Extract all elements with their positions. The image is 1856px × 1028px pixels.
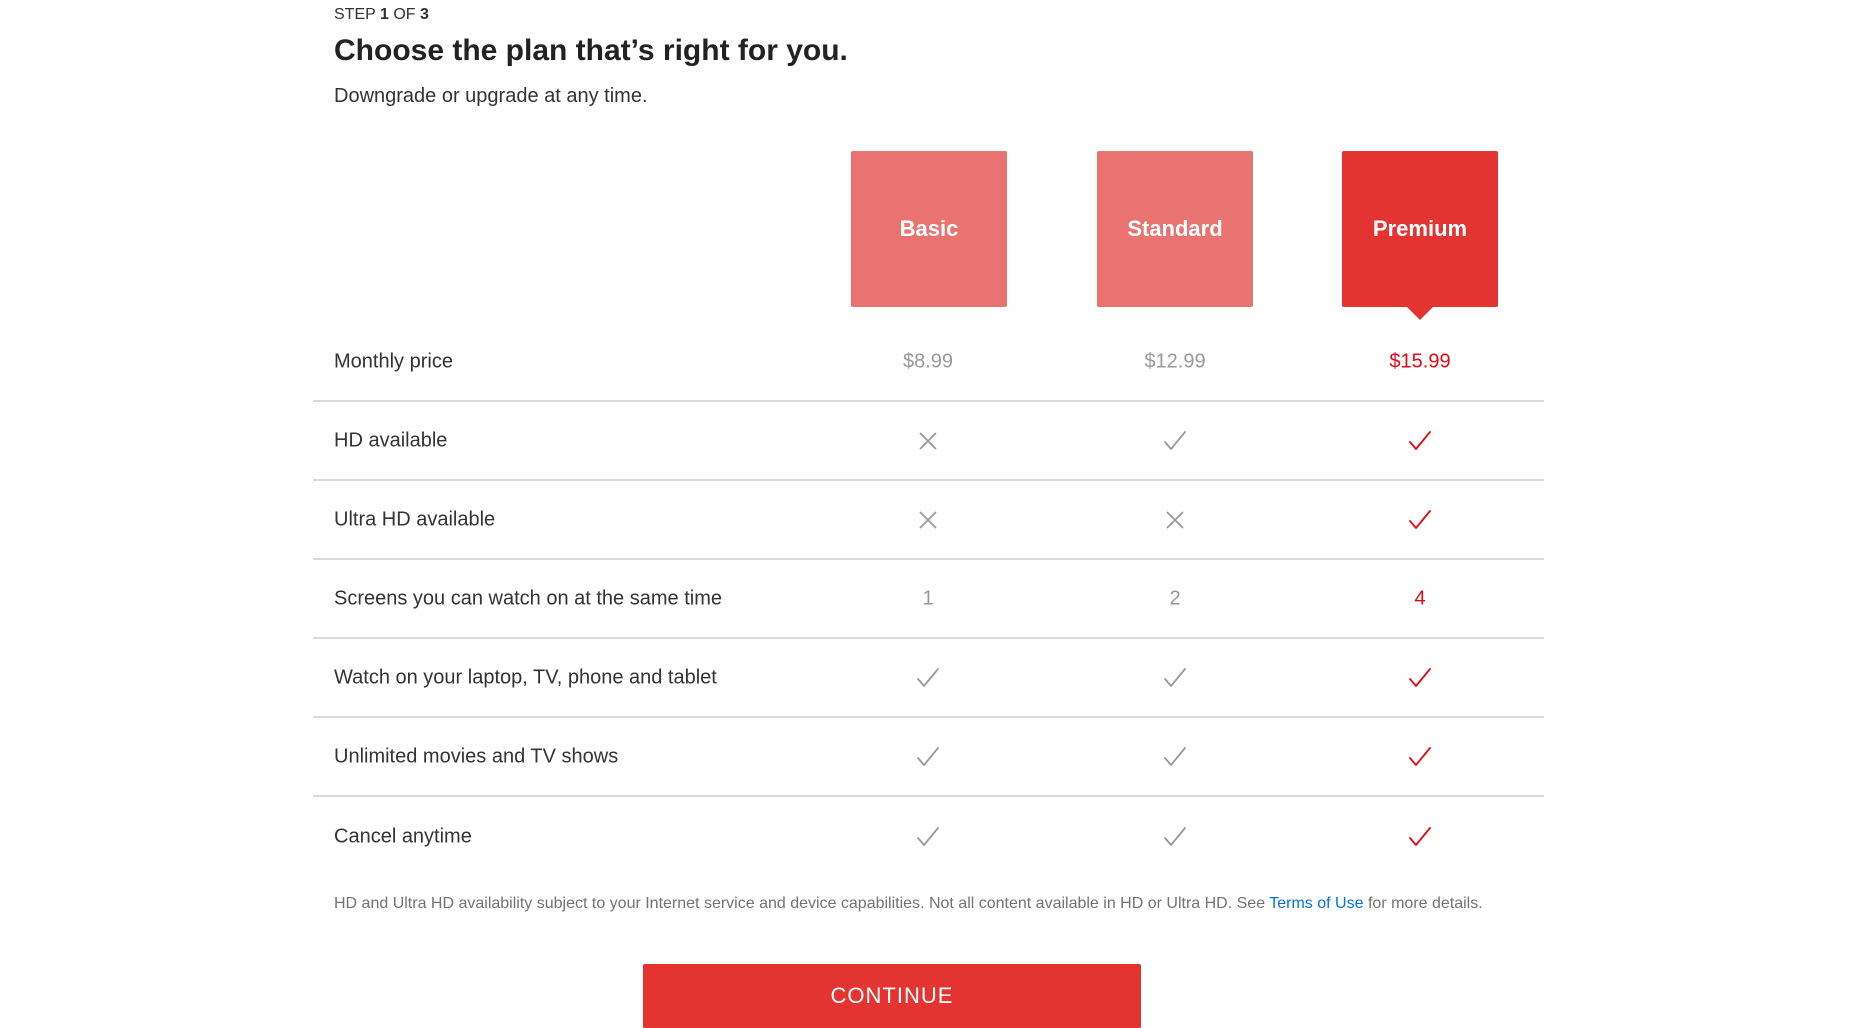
feature-label: Screens you can watch on at the same tim… (334, 587, 722, 609)
check-icon (1162, 428, 1188, 454)
check-icon (1162, 744, 1188, 770)
feature-value: $15.99 (1389, 350, 1451, 372)
x-icon (1162, 507, 1188, 533)
continue-button[interactable]: CONTINUE (643, 964, 1141, 1028)
feature-label: HD available (334, 429, 448, 451)
check-icon (1407, 665, 1433, 691)
check-icon (1407, 744, 1433, 770)
feature-label: Unlimited movies and TV shows (334, 745, 619, 767)
plan-comparison-table: Monthly price $8.99 $12.99 $15.99 HD availab… (313, 323, 1544, 876)
check-icon (915, 824, 941, 850)
table-row: HD available (313, 402, 1544, 481)
plan-name: Basic (899, 216, 959, 241)
plan-name: Premium (1372, 216, 1468, 241)
table-row: Ultra HD available (313, 481, 1544, 560)
check-icon (1407, 507, 1433, 533)
plan-basic[interactable]: Basic (851, 151, 1007, 307)
feature-value: 1 (922, 587, 934, 609)
page-subtitle: Downgrade or upgrade at any time. (334, 85, 648, 107)
x-icon (915, 507, 941, 533)
x-icon (915, 428, 941, 454)
check-icon (1407, 428, 1433, 454)
footnote: HD and Ultra HD availability subject to … (334, 893, 1524, 914)
feature-label: Cancel anytime (334, 825, 472, 847)
check-icon (1162, 824, 1188, 850)
terms-of-use-link[interactable]: Terms of Use (1269, 895, 1363, 912)
table-row: Cancel anytime (313, 797, 1544, 876)
table-row: Watch on your laptop, TV, phone and tabl… (313, 639, 1544, 718)
plan-standard[interactable]: Standard (1097, 151, 1253, 307)
footnote-text: HD and Ultra HD availability subject to … (334, 895, 1270, 912)
step-prefix: STEP (334, 6, 376, 23)
plan-name: Standard (1127, 216, 1223, 241)
footnote-text-end: for more details. (1363, 895, 1483, 912)
check-icon (915, 744, 941, 770)
page-title: Choose the plan that’s right for you. (334, 34, 848, 67)
feature-label: Watch on your laptop, TV, phone and tabl… (334, 666, 717, 688)
feature-value: $12.99 (1144, 350, 1206, 372)
feature-value: $8.99 (902, 350, 954, 372)
check-icon (1407, 824, 1433, 850)
plan-premium[interactable]: Premium (1342, 151, 1498, 307)
feature-label: Ultra HD available (334, 508, 496, 530)
step-indicator: STEP 1 OF 3 (334, 6, 429, 24)
feature-value: 2 (1169, 587, 1181, 609)
step-current: 1 (379, 6, 389, 23)
table-row: Monthly price $8.99 $12.99 $15.99 (313, 323, 1544, 402)
table-row: Screens you can watch on at the same tim… (313, 560, 1544, 639)
feature-value: 4 (1414, 587, 1426, 609)
check-icon (1162, 665, 1188, 691)
check-icon (915, 665, 941, 691)
feature-label: Monthly price (334, 350, 453, 372)
table-row: Unlimited movies and TV shows (313, 718, 1544, 797)
step-total: 3 (419, 6, 429, 23)
step-of: OF (393, 6, 416, 23)
